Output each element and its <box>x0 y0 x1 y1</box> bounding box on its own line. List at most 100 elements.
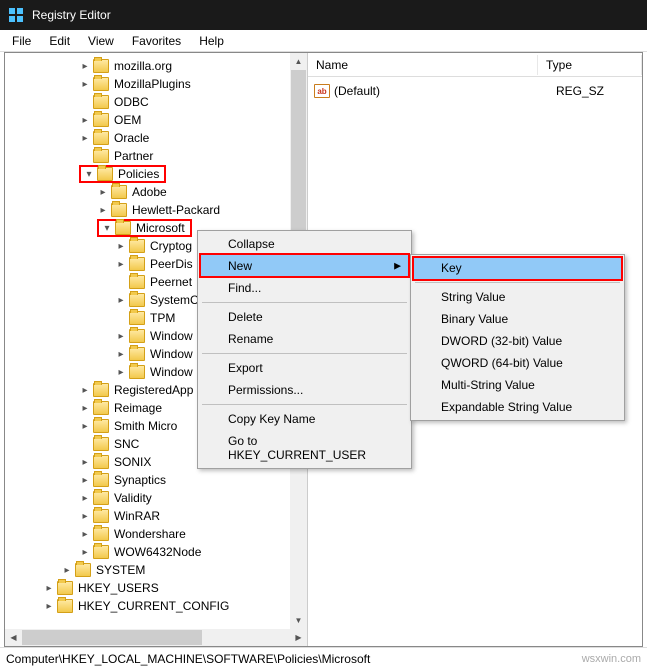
statusbar: Computer\HKEY_LOCAL_MACHINE\SOFTWARE\Pol… <box>0 647 647 669</box>
context-submenu-new[interactable]: Key String ValueBinary ValueDWORD (32-bit… <box>410 254 625 421</box>
context-menu[interactable]: CollapseNew▶Find... DeleteRename ExportPer… <box>197 230 412 469</box>
scroll-thumb[interactable] <box>22 630 202 645</box>
menu-item[interactable]: Rename <box>200 328 409 350</box>
value-type: REG_SZ <box>556 84 636 98</box>
menu-item[interactable]: QWORD (64-bit) Value <box>413 352 622 374</box>
tree-item[interactable]: Partner <box>9 147 307 165</box>
tree-item-label: Partner <box>111 149 156 163</box>
chevron-down-icon[interactable]: ▾ <box>83 168 95 180</box>
menu-item[interactable]: Go to HKEY_CURRENT_USER <box>200 430 409 466</box>
menu-separator <box>202 404 407 405</box>
menubar: File Edit View Favorites Help <box>0 30 647 52</box>
menu-item[interactable]: Copy Key Name <box>200 408 409 430</box>
menu-separator <box>202 353 407 354</box>
menu-file[interactable]: File <box>4 32 39 50</box>
folder-icon <box>129 347 145 361</box>
chevron-right-icon[interactable]: ▸ <box>79 420 91 432</box>
tree-spacer <box>115 312 127 324</box>
chevron-right-icon[interactable]: ▸ <box>115 240 127 252</box>
folder-icon <box>97 167 113 181</box>
folder-icon <box>93 419 109 433</box>
scroll-right-icon[interactable]: ▶ <box>290 629 307 646</box>
chevron-right-icon[interactable]: ▸ <box>79 528 91 540</box>
scroll-up-icon[interactable]: ▲ <box>290 53 307 70</box>
tree-item[interactable]: ▸ mozilla.org <box>9 57 307 75</box>
chevron-right-icon[interactable]: ▸ <box>79 546 91 558</box>
chevron-right-icon[interactable]: ▸ <box>79 60 91 72</box>
tree-scrollbar-horizontal[interactable]: ◀ ▶ <box>5 629 307 646</box>
chevron-right-icon[interactable]: ▸ <box>115 258 127 270</box>
folder-icon <box>93 59 109 73</box>
menu-item[interactable]: Expandable String Value <box>413 396 622 418</box>
list-row[interactable]: ab (Default) REG_SZ <box>308 81 642 101</box>
tree-item[interactable]: ▸WOW6432Node <box>9 543 307 561</box>
menu-item[interactable]: Find... <box>200 277 409 299</box>
menu-item[interactable]: Permissions... <box>200 379 409 401</box>
menu-item[interactable]: New▶ <box>200 255 409 277</box>
menu-help[interactable]: Help <box>191 32 232 50</box>
tree-item[interactable]: ▸OEM <box>9 111 307 129</box>
chevron-right-icon[interactable]: ▸ <box>97 186 109 198</box>
tree-item[interactable]: ▸Oracle <box>9 129 307 147</box>
chevron-right-icon[interactable]: ▸ <box>43 600 55 612</box>
tree-item-label: Reimage <box>111 401 165 415</box>
folder-icon <box>93 383 109 397</box>
menu-item[interactable]: DWORD (32-bit) Value <box>413 330 622 352</box>
tree-item-label: TPM <box>147 311 178 325</box>
tree-item[interactable]: ▸ MozillaPlugins <box>9 75 307 93</box>
menu-item[interactable]: Delete <box>200 306 409 328</box>
tree-item[interactable]: ▸ Adobe <box>9 183 307 201</box>
tree-item[interactable]: ▸HKEY_USERS <box>9 579 307 597</box>
tree-item[interactable]: ▸WinRAR <box>9 507 307 525</box>
menu-item[interactable]: Collapse <box>200 233 409 255</box>
tree-item-label: mozilla.org <box>111 59 175 73</box>
tree-item[interactable]: ▸HKEY_CURRENT_CONFIG <box>9 597 307 615</box>
chevron-right-icon[interactable]: ▸ <box>79 402 91 414</box>
chevron-right-icon[interactable]: ▸ <box>61 564 73 576</box>
chevron-down-icon[interactable]: ▾ <box>101 222 113 234</box>
chevron-right-icon[interactable]: ▸ <box>97 204 109 216</box>
tree-item[interactable]: ODBC <box>9 93 307 111</box>
chevron-right-icon[interactable]: ▸ <box>115 294 127 306</box>
tree-item[interactable]: ▸Wondershare <box>9 525 307 543</box>
tree-item[interactable]: ▸ Hewlett-Packard <box>9 201 307 219</box>
menu-item[interactable]: String Value <box>413 286 622 308</box>
chevron-right-icon[interactable]: ▸ <box>79 132 91 144</box>
folder-icon <box>75 563 91 577</box>
tree-item[interactable]: ▾Policies <box>9 165 307 183</box>
menu-favorites[interactable]: Favorites <box>124 32 189 50</box>
tree-item[interactable]: ▸SYSTEM <box>9 561 307 579</box>
menu-item[interactable]: Export <box>200 357 409 379</box>
menu-item[interactable]: Key <box>413 257 622 279</box>
tree-item[interactable]: ▸Validity <box>9 489 307 507</box>
folder-icon <box>129 293 145 307</box>
col-header-type[interactable]: Type <box>538 55 642 75</box>
menu-view[interactable]: View <box>80 32 122 50</box>
tree-item-label: MozillaPlugins <box>111 77 194 91</box>
string-value-icon: ab <box>314 84 330 98</box>
chevron-right-icon[interactable]: ▸ <box>79 456 91 468</box>
chevron-right-icon[interactable]: ▸ <box>79 474 91 486</box>
tree-item[interactable]: ▸ Synaptics <box>9 471 307 489</box>
chevron-right-icon[interactable]: ▸ <box>115 330 127 342</box>
folder-icon <box>93 77 109 91</box>
menu-edit[interactable]: Edit <box>41 32 78 50</box>
tree-item-label: Adobe <box>129 185 170 199</box>
menu-item[interactable]: Multi-String Value <box>413 374 622 396</box>
scroll-down-icon[interactable]: ▼ <box>290 612 307 629</box>
tree-item-label: Window <box>147 365 196 379</box>
tree-item-label: Hewlett-Packard <box>129 203 223 217</box>
tree-item-label: Synaptics <box>111 473 169 487</box>
chevron-right-icon[interactable]: ▸ <box>115 348 127 360</box>
scroll-left-icon[interactable]: ◀ <box>5 629 22 646</box>
chevron-right-icon[interactable]: ▸ <box>79 78 91 90</box>
chevron-right-icon[interactable]: ▸ <box>79 114 91 126</box>
chevron-right-icon[interactable]: ▸ <box>43 582 55 594</box>
chevron-right-icon[interactable]: ▸ <box>79 492 91 504</box>
chevron-right-icon[interactable]: ▸ <box>115 366 127 378</box>
menu-item[interactable]: Binary Value <box>413 308 622 330</box>
chevron-right-icon[interactable]: ▸ <box>79 510 91 522</box>
col-header-name[interactable]: Name <box>308 55 538 75</box>
chevron-right-icon[interactable]: ▸ <box>79 384 91 396</box>
folder-icon <box>111 185 127 199</box>
